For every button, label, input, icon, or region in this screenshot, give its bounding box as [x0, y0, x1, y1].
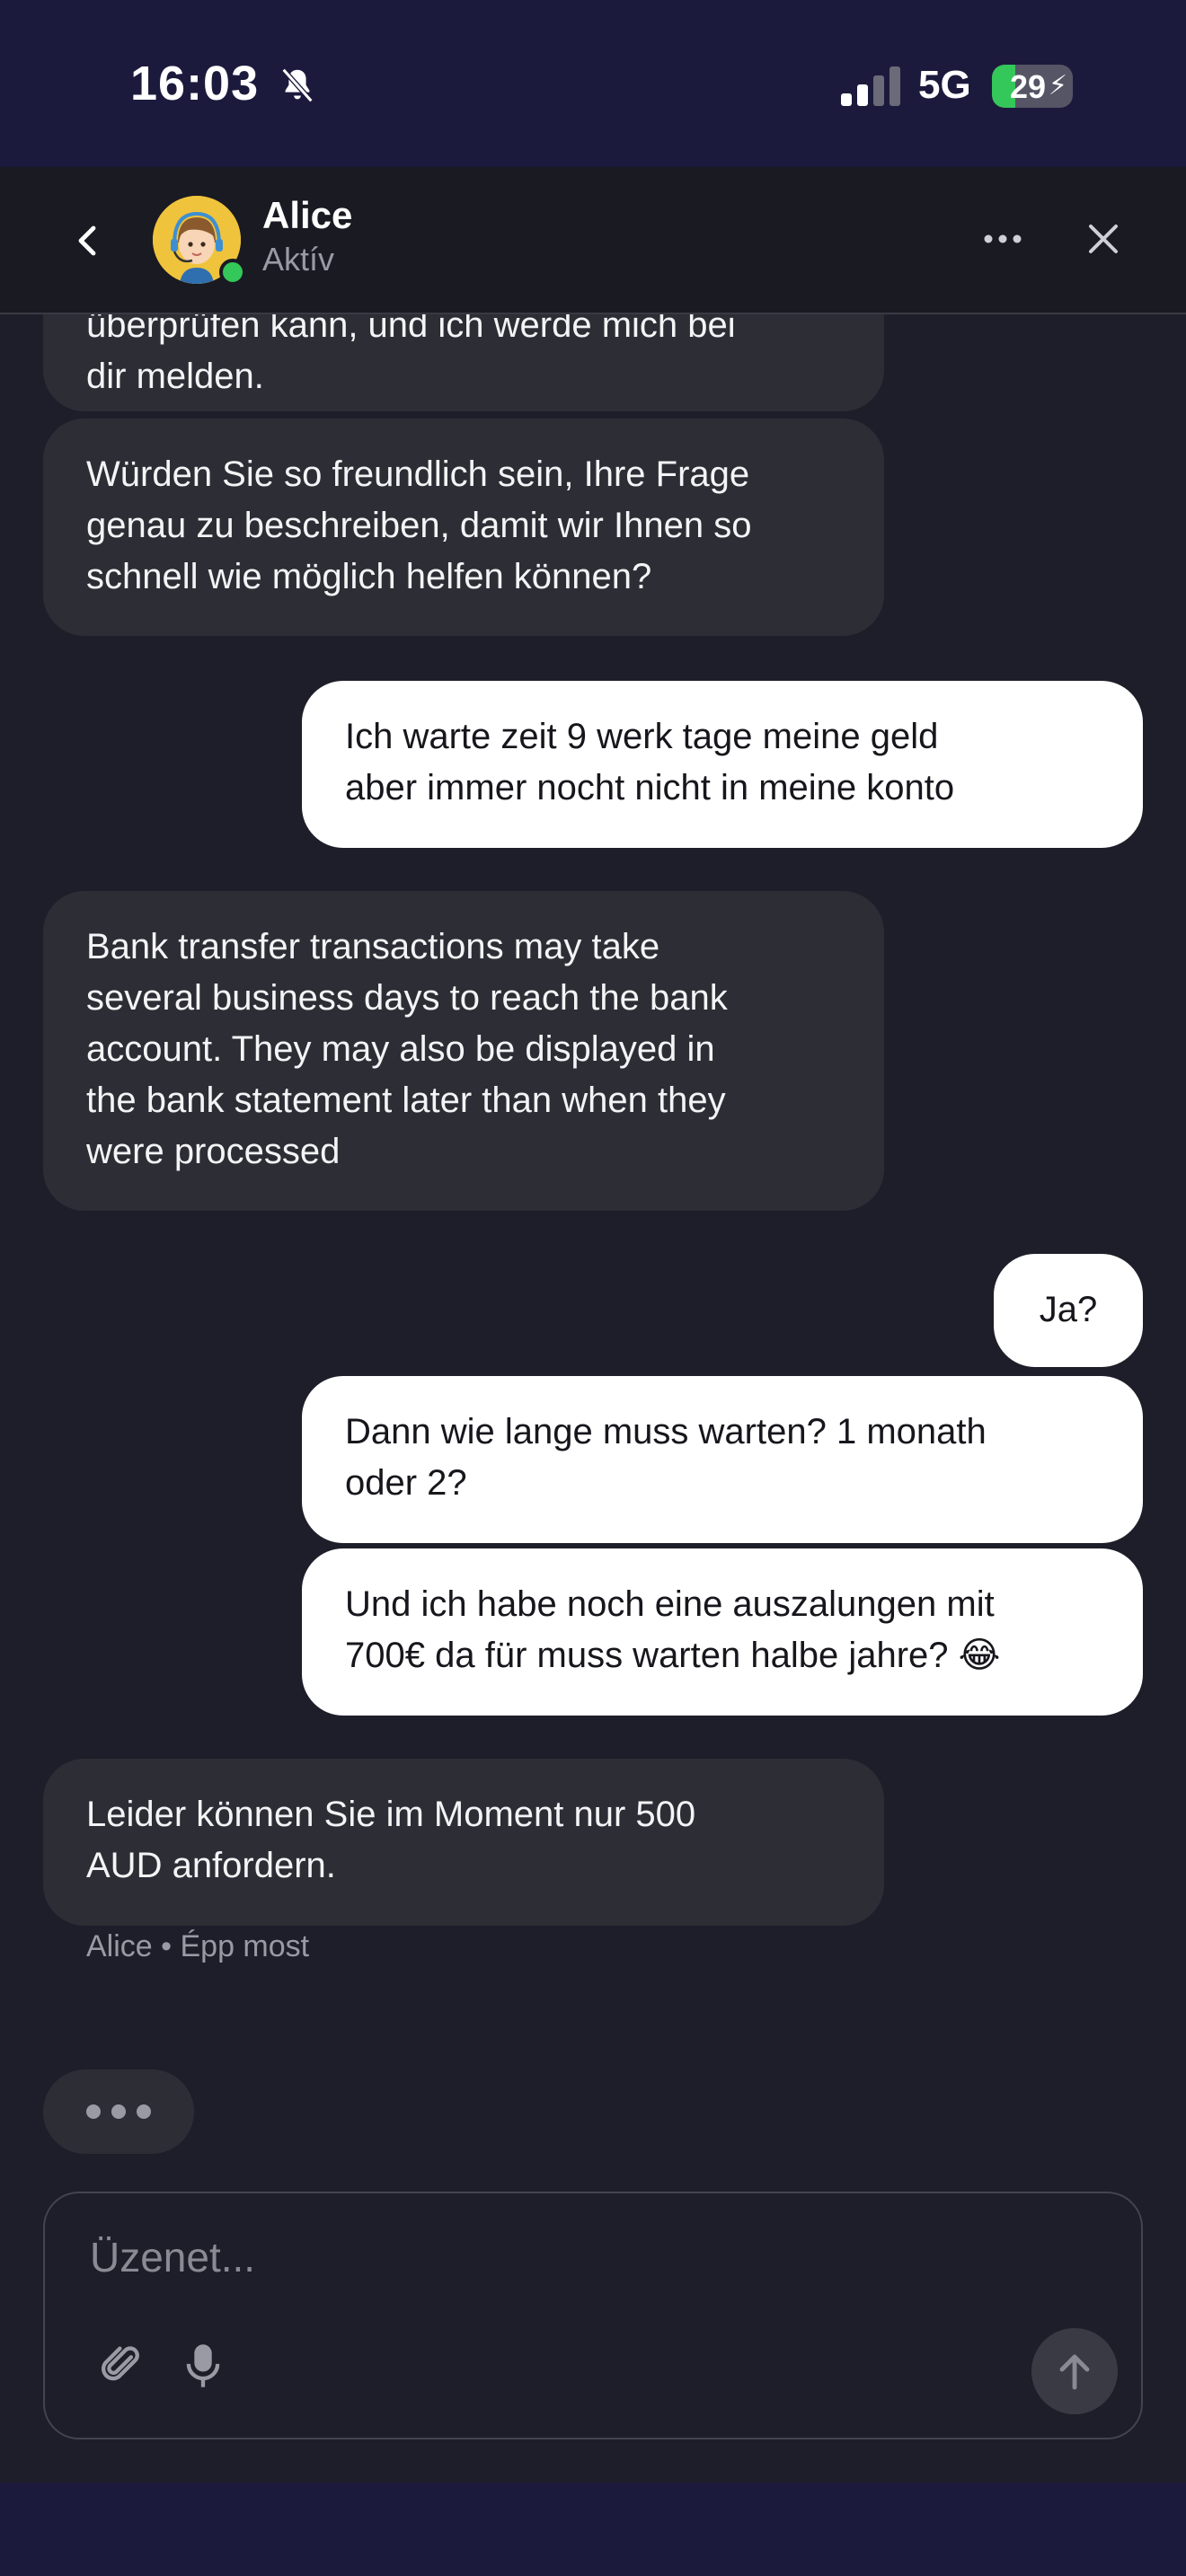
agent-status: Aktív — [262, 241, 335, 278]
online-indicator — [219, 259, 246, 286]
status-bar: 16:03 5G 29 ⚡ — [0, 0, 1186, 167]
typing-dot — [86, 2104, 101, 2119]
chevron-left-icon — [78, 225, 96, 256]
message-bubble-agent: Bank transfer transactions may take seve… — [43, 891, 884, 1211]
message-composer[interactable]: Üzenet... — [43, 2192, 1143, 2439]
close-button[interactable] — [1078, 214, 1128, 264]
message-list[interactable]: überprüfen kann, und ich werde mich bei … — [0, 313, 1186, 2486]
message-bubble-user: Ich warte zeit 9 werk tage meine geld ab… — [302, 681, 1143, 848]
signal-icon — [841, 66, 900, 106]
battery-charging-icon: 29 ⚡ — [992, 65, 1073, 108]
typing-dot — [111, 2104, 126, 2119]
close-icon — [1089, 225, 1118, 253]
paperclip-icon[interactable] — [97, 2342, 144, 2389]
message-bubble-agent: Würden Sie so freundlich sein, Ihre Frag… — [43, 419, 884, 636]
typing-indicator — [43, 2069, 194, 2154]
bottom-bar — [0, 2483, 1186, 2576]
back-button[interactable] — [65, 214, 110, 268]
agent-name: Alice — [262, 194, 353, 236]
typing-dot — [137, 2104, 151, 2119]
message-bubble-agent: Leider können Sie im Moment nur 500 AUD … — [43, 1759, 884, 1926]
network-label: 5G — [918, 63, 971, 107]
status-time: 16:03 — [130, 57, 260, 110]
message-bubble-user: Und ich habe noch eine auszalungen mit 7… — [302, 1548, 1143, 1716]
bolt-icon: ⚡ — [1048, 71, 1067, 101]
message-meta: Alice • Épp most — [86, 1929, 310, 1963]
message-input[interactable]: Üzenet... — [90, 2233, 255, 2281]
chat-header: Alice Aktív — [0, 167, 1186, 314]
message-bubble-agent: überprüfen kann, und ich werde mich bei … — [43, 313, 884, 411]
bell-slash-icon — [281, 67, 314, 103]
send-button[interactable] — [1031, 2328, 1118, 2414]
message-bubble-user: Dann wie lange muss warten? 1 monath ode… — [302, 1376, 1143, 1543]
more-options-button[interactable] — [978, 221, 1028, 257]
microphone-icon[interactable] — [180, 2341, 226, 2391]
arrow-up-icon — [1059, 2354, 1090, 2390]
more-icon — [984, 234, 1022, 243]
message-bubble-user: Ja? — [994, 1254, 1143, 1367]
